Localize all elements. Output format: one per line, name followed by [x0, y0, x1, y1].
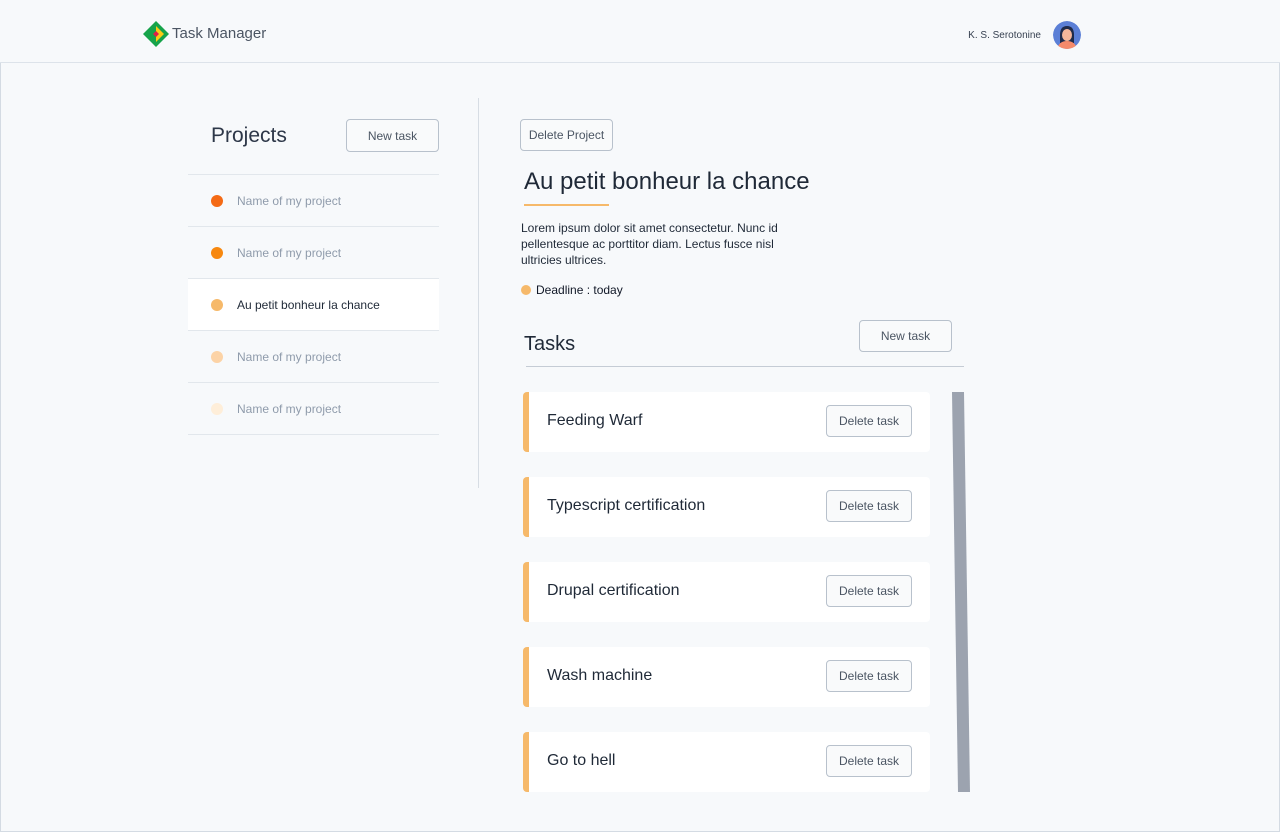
project-color-dot-icon [211, 246, 223, 259]
sidebar-project-item[interactable]: Name of my project [188, 175, 439, 227]
project-color-dot-icon [211, 194, 223, 207]
sidebar-project-item[interactable]: Name of my project [188, 383, 439, 435]
task-label: Wash machine [547, 667, 653, 684]
project-list: Name of my project Name of my project Au p… [188, 174, 439, 435]
project-description: Lorem ipsum dolor sit amet consectetur. … [521, 221, 778, 267]
deadline-text: Deadline : today [536, 283, 623, 297]
task-card[interactable]: Drupal certification Delete task [523, 562, 930, 622]
sidebar-project-item[interactable]: Name of my project [188, 331, 439, 383]
delete-project-button[interactable]: Delete Project [520, 119, 613, 151]
sidebar-new-task-button[interactable]: New task [346, 119, 439, 152]
project-title: Au petit bonheur la chance [524, 168, 810, 195]
task-card[interactable]: Wash machine Delete task [523, 647, 930, 707]
task-list-scrollbar[interactable] [951, 392, 971, 792]
deadline-dot-icon [521, 285, 531, 295]
project-label: Name of my project [237, 193, 342, 208]
delete-task-button[interactable]: Delete task [826, 490, 912, 522]
top-header: Task Manager K. S. Serotonine [0, 0, 1280, 63]
user-avatar-icon[interactable] [1053, 21, 1081, 49]
task-card[interactable]: Typescript certification Delete task [523, 477, 930, 537]
project-label: Name of my project [237, 349, 342, 364]
title-underline [524, 204, 609, 206]
task-label: Typescript certification [547, 497, 706, 514]
task-card[interactable]: Go to hell Delete task [523, 732, 930, 792]
tasks-divider [526, 366, 964, 367]
sidebar-project-item[interactable]: Au petit bonheur la chance [188, 279, 439, 331]
delete-task-button[interactable]: Delete task [826, 575, 912, 607]
project-color-dot-icon [211, 350, 223, 363]
sidebar-project-item[interactable]: Name of my project [188, 227, 439, 279]
deadline-info: Deadline : today [521, 283, 623, 297]
project-label: Name of my project [237, 245, 342, 260]
tasks-heading: Tasks [524, 333, 576, 355]
project-label: Au petit bonheur la chance [237, 297, 380, 312]
diamond-logo-icon[interactable] [143, 21, 169, 47]
delete-task-button[interactable]: Delete task [826, 405, 912, 437]
task-card[interactable]: Feeding Warf Delete task [523, 392, 930, 452]
task-label: Feeding Warf [547, 412, 643, 429]
tasks-new-task-button[interactable]: New task [859, 320, 952, 352]
task-label: Go to hell [547, 752, 616, 769]
delete-task-button[interactable]: Delete task [826, 660, 912, 692]
project-color-dot-icon [211, 298, 223, 311]
task-label: Drupal certification [547, 582, 680, 599]
vertical-divider [478, 98, 479, 488]
project-color-dot-icon [211, 402, 223, 415]
projects-heading: Projects [211, 124, 287, 147]
delete-task-button[interactable]: Delete task [826, 745, 912, 777]
user-name[interactable]: K. S. Serotonine [968, 30, 1041, 41]
project-label: Name of my project [237, 401, 342, 416]
app-title: Task Manager [172, 25, 267, 42]
